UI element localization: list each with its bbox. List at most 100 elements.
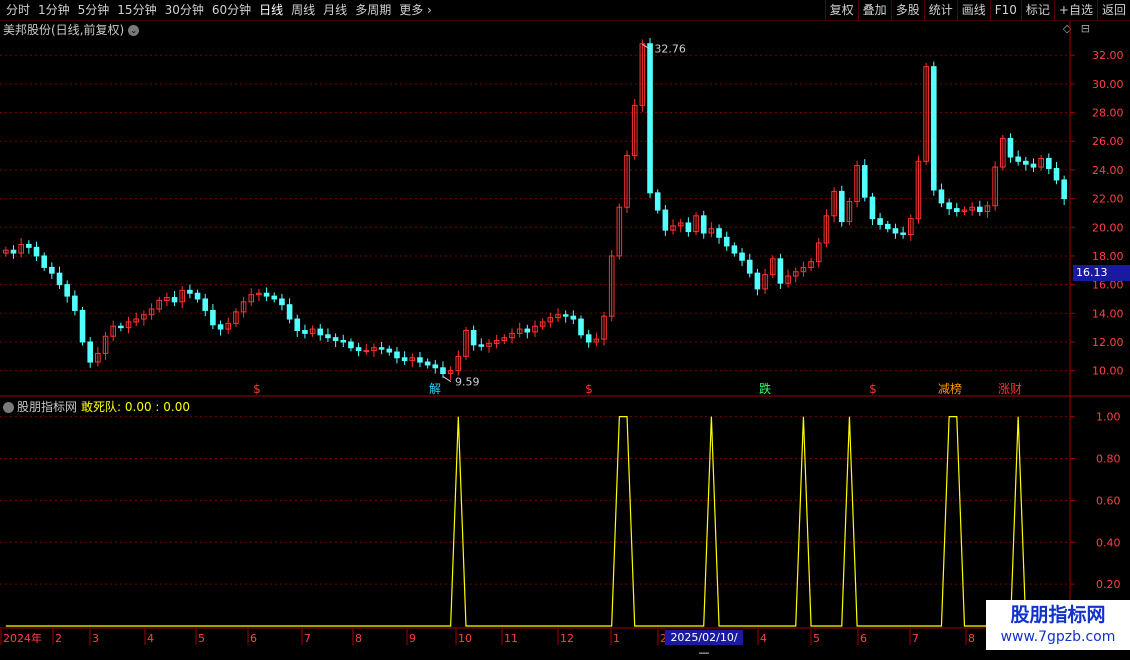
x-tick-label: 1	[613, 632, 620, 645]
candle-body	[578, 318, 584, 336]
candle-body	[685, 222, 692, 233]
candle-body	[946, 202, 952, 210]
candle-body	[10, 249, 17, 254]
x-tick-label: 8	[968, 632, 975, 645]
candle-body	[386, 348, 393, 353]
candle-body	[478, 344, 485, 347]
candle-body	[79, 309, 86, 343]
candle-body	[41, 255, 47, 268]
y-tick-label: 14.00	[1092, 307, 1124, 320]
indicator-tick-label: 1.00	[1096, 411, 1121, 424]
x-tick-label: 8	[355, 632, 362, 645]
x-tick-label: 5	[813, 632, 820, 645]
candle-body	[585, 334, 592, 343]
watermark-title: 股朋指标网	[1010, 604, 1106, 626]
event-marker: 跌	[759, 381, 771, 396]
candle-body	[271, 295, 278, 300]
candle-body	[953, 208, 960, 213]
y-tick-label: 12.00	[1092, 336, 1124, 349]
event-marker: $	[869, 382, 877, 396]
x-tick-label: 3	[92, 632, 99, 645]
candle-body	[33, 246, 40, 257]
y-tick-label: 24.00	[1092, 164, 1124, 177]
candle-body	[654, 192, 661, 211]
indicator-line	[5, 416, 1065, 627]
candle-body	[877, 218, 883, 225]
candle-body	[72, 295, 78, 311]
candle-body	[777, 258, 784, 284]
x-tick-label: 4	[147, 632, 154, 645]
high-label: 32.76	[654, 42, 686, 55]
y-tick-label: 10.00	[1092, 365, 1124, 378]
candle-body	[417, 357, 423, 363]
y-tick-label: 32.00	[1092, 49, 1124, 62]
candle-body	[716, 228, 722, 238]
x-tick-label: 4	[760, 632, 767, 645]
low-pointer	[442, 376, 452, 382]
watermark: 股朋指标网 www.7gpzb.com	[986, 600, 1130, 650]
candle-body	[332, 337, 339, 342]
candle-body	[118, 325, 124, 329]
candle-body	[49, 266, 55, 274]
candle-body	[263, 292, 270, 297]
y-tick-label: 18.00	[1092, 250, 1124, 263]
candle-body	[440, 367, 446, 375]
candle-body	[700, 215, 707, 234]
candle-body	[1023, 160, 1029, 165]
x-tick-label: 6	[860, 632, 867, 645]
y-tick-label: 26.00	[1092, 135, 1124, 148]
candle-body	[754, 272, 761, 290]
indicator-title[interactable]: 股朋指标网 敢死队: 0.00 : 0.00	[3, 398, 190, 415]
candle-body	[723, 236, 730, 247]
indicator-tick-label: 0.80	[1096, 453, 1121, 466]
chart-canvas[interactable]: 10.0012.0014.0016.0018.0020.0022.0024.00…	[0, 0, 1130, 650]
candle-body	[171, 297, 178, 303]
x-tick-label: 6	[250, 632, 257, 645]
candle-body	[378, 347, 385, 350]
candle-body	[363, 350, 370, 353]
candle-body	[286, 304, 293, 320]
x-tick-label: 2	[55, 632, 62, 645]
candle-body	[570, 315, 577, 320]
candle-body	[861, 165, 868, 198]
indicator-menu-icon[interactable]	[3, 402, 14, 413]
candle-body	[432, 364, 439, 369]
x-tick-label: 9	[409, 632, 416, 645]
candle-body	[938, 189, 945, 204]
candle-body	[194, 292, 201, 300]
candle-body	[1015, 156, 1021, 162]
event-marker: $	[253, 382, 261, 396]
candle-body	[87, 341, 93, 363]
candle-body	[210, 309, 216, 326]
candle-body	[662, 209, 669, 231]
candle-body	[56, 272, 63, 286]
event-marker: 涨财	[998, 381, 1022, 396]
candle-body	[647, 43, 653, 194]
candle-body	[26, 243, 32, 248]
candle-body	[394, 351, 400, 359]
candle-body	[1053, 167, 1060, 181]
candle-body	[739, 252, 745, 261]
x-tick-label: 11	[504, 632, 518, 645]
candle-body	[187, 289, 193, 294]
candle-body	[746, 259, 753, 274]
x-tick-label: 7	[304, 632, 311, 645]
candle-body	[900, 232, 906, 235]
candle-body	[562, 314, 569, 317]
indicator-tick-label: 0.20	[1096, 578, 1121, 591]
candle-body	[838, 190, 845, 223]
candle-body	[325, 334, 331, 339]
candle-body	[279, 298, 285, 306]
x-tick-label: 7	[912, 632, 919, 645]
y-tick-label: 20.00	[1092, 221, 1124, 234]
y-tick-label: 22.00	[1092, 193, 1124, 206]
candle-body	[1030, 163, 1037, 168]
candle-body	[731, 245, 738, 254]
x-tick-label: 12	[560, 632, 574, 645]
candle-body	[930, 66, 937, 191]
low-label: 9.59	[455, 376, 480, 389]
event-marker: 解	[429, 382, 441, 396]
candle-body	[217, 324, 224, 330]
candle-body	[424, 361, 431, 366]
candle-body	[348, 341, 354, 349]
